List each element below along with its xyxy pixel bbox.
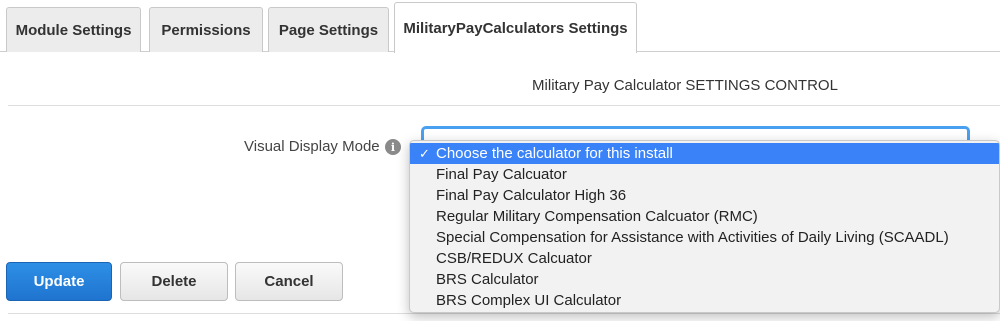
divider (8, 105, 1000, 106)
tab-page-settings[interactable]: Page Settings (268, 7, 389, 52)
update-button[interactable]: Update (6, 262, 112, 301)
option-label: Final Pay Calcuator (436, 166, 567, 183)
dropdown-option[interactable]: CSB/REDUX Calcuator (410, 248, 999, 269)
dropdown-option[interactable]: Special Compensation for Assistance with… (410, 227, 999, 248)
section-title: Military Pay Calculator SETTINGS CONTROL (532, 77, 838, 94)
option-label: BRS Calculator (436, 271, 539, 288)
visual-display-mode-label: Visual Display Mode (244, 138, 380, 155)
dropdown-option[interactable]: BRS Complex UI Calculator (410, 290, 999, 311)
tab-module-settings[interactable]: Module Settings (6, 7, 141, 52)
option-label: Special Compensation for Assistance with… (436, 229, 949, 246)
delete-button[interactable]: Delete (120, 262, 228, 301)
info-icon[interactable]: i (385, 139, 401, 155)
option-label: BRS Complex UI Calculator (436, 292, 622, 309)
option-label: Choose the calculator for this install (436, 145, 673, 162)
dropdown-option[interactable]: Final Pay Calcuator (410, 164, 999, 185)
tab-permissions[interactable]: Permissions (149, 7, 263, 52)
visual-display-mode-dropdown: ✓ Choose the calculator for this install… (409, 140, 1000, 313)
dropdown-option[interactable]: Regular Military Compensation Calcuator … (410, 206, 999, 227)
checkmark-icon: ✓ (419, 145, 430, 161)
divider (8, 313, 1000, 314)
option-label: Regular Military Compensation Calcuator … (436, 208, 758, 225)
option-label: CSB/REDUX Calcuator (436, 250, 592, 267)
cancel-button[interactable]: Cancel (235, 262, 343, 301)
dropdown-option[interactable]: Final Pay Calculator High 36 (410, 185, 999, 206)
dropdown-option[interactable]: BRS Calculator (410, 269, 999, 290)
tab-militarypaycalculators-settings[interactable]: MilitaryPayCalculators Settings (394, 2, 637, 53)
dropdown-option[interactable]: ✓ Choose the calculator for this install (410, 143, 999, 164)
tab-bar: Module Settings Permissions Page Setting… (0, 0, 1000, 53)
option-label: Final Pay Calculator High 36 (436, 187, 627, 204)
